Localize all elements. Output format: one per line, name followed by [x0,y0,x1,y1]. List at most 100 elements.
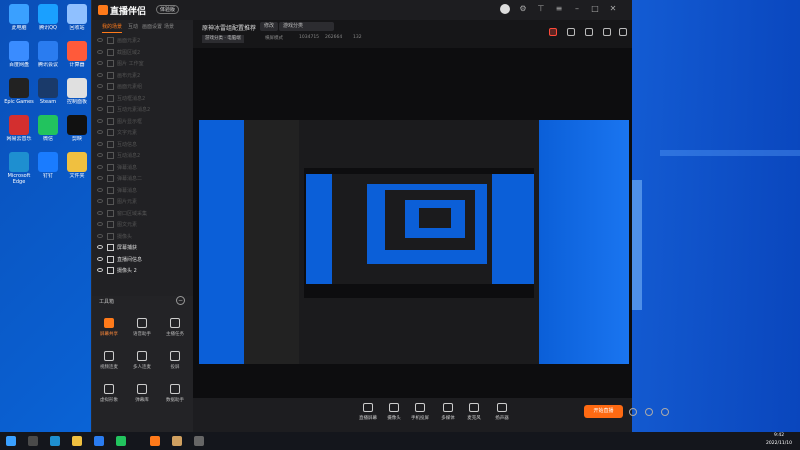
start-icon[interactable] [6,436,16,446]
maximize-icon[interactable]: □ [590,4,600,14]
wechat-taskbar-icon[interactable] [116,436,126,446]
gift-icon[interactable] [549,28,557,36]
camera-icon[interactable] [645,408,653,416]
clock-date[interactable]: 2022/11/10 [766,441,792,446]
visibility-icon[interactable] [97,130,103,134]
visibility-icon[interactable] [97,61,103,65]
visibility-icon[interactable] [97,141,103,146]
desktop-icon[interactable]: 网易云音乐 [4,115,34,149]
visibility-icon[interactable] [97,233,103,238]
explorer-taskbar-icon[interactable] [72,436,82,446]
desktop-icon[interactable]: 回收站 [62,4,92,38]
lock-icon[interactable] [567,28,575,36]
minimize-icon[interactable]: – [572,4,582,14]
store-taskbar-icon[interactable] [94,436,104,446]
livecompanion-taskbar-icon[interactable] [150,436,160,446]
desktop-icon[interactable]: 计算器 [62,41,92,75]
edit-button[interactable]: 修改 [260,22,279,31]
desktop-icon[interactable]: 剪映 [62,115,92,149]
desktop-icon[interactable]: Steam [33,78,63,112]
visibility-icon[interactable] [97,49,103,54]
source-icon [107,106,114,113]
desktop-icon[interactable]: 此电脑 [4,4,34,38]
visibility-icon[interactable] [97,153,103,157]
tool-label: 视频连麦 [100,365,118,370]
scene-label: 画布元素2 [117,72,141,79]
bottom-tool-button[interactable]: 多媒体 [435,403,461,421]
visibility-icon[interactable] [97,268,103,272]
scene-label: 文字元素 [117,130,138,136]
visibility-icon[interactable] [97,187,103,192]
desktop-icon[interactable]: Microsoft Edge [4,152,34,186]
desktop-icon[interactable]: 钉钉 [33,152,63,186]
tool-button[interactable]: 数据助手 [158,384,192,412]
visibility-icon[interactable] [97,199,103,203]
live-preview[interactable] [193,48,632,398]
desktop-icon[interactable]: 文件夹 [62,152,92,186]
bottom-tool-label: 摄像头 [387,416,401,421]
edge-taskbar-icon[interactable] [50,436,60,446]
pin-icon[interactable]: ⊤ [536,4,546,14]
record-icon[interactable] [629,408,637,416]
category-selector[interactable]: 游戏分类 [279,22,334,31]
tool-button[interactable]: 语音助手 [125,318,159,346]
bottom-tool-button[interactable]: 手机投屏 [407,403,433,421]
source-icon [107,60,114,67]
app-icon [67,115,87,135]
visibility-icon[interactable] [97,176,103,180]
collapse-icon[interactable]: − [176,296,185,305]
visibility-icon[interactable] [97,210,103,215]
avatar[interactable] [500,4,510,14]
settings-icon[interactable]: ⚙ [518,4,528,14]
bottom-tool-button[interactable]: 直播屏幕 [355,403,381,421]
bottom-tool-button[interactable]: 扬声器 [489,403,515,421]
tool-button[interactable]: 多人连麦 [125,351,159,379]
share-icon[interactable] [619,28,627,36]
app-icon [9,4,29,24]
tab-canvas-settings[interactable]: 画面设置 [142,23,162,30]
visibility-icon[interactable] [97,38,103,42]
visibility-icon[interactable] [97,84,103,88]
visibility-icon[interactable] [97,118,103,123]
tab-my-scenes[interactable]: 我的场景 [102,23,123,33]
app-icon [9,41,29,61]
room-title[interactable]: 原神冰雷组配置推荐 [202,23,256,32]
close-icon[interactable]: ✕ [608,4,618,14]
desktop-icon[interactable]: 控制面板 [62,78,92,112]
start-live-button[interactable]: 开始直播 [584,405,623,418]
desktop-icon[interactable]: 腾讯会议 [33,41,63,75]
tab-scenes[interactable]: 场景 [164,23,174,30]
visibility-icon[interactable] [97,107,103,111]
tool-button[interactable]: 虚拟形象 [92,384,126,412]
desktop-icon[interactable]: Epic Games [4,78,34,112]
lock-icon-2[interactable] [585,28,593,36]
desktop-icon[interactable]: 百度网盘 [4,41,34,75]
clock-time[interactable]: 9:42 [774,433,784,438]
tool-button[interactable]: 主播任务 [158,318,192,346]
desktop-icon[interactable]: 微信 [33,115,63,149]
tab-interaction[interactable]: 互动 [128,23,138,30]
visibility-icon[interactable] [97,245,103,249]
menu-icon[interactable]: ≡ [554,4,564,14]
visibility-icon[interactable] [97,222,103,226]
tool-button[interactable]: 视频连麦 [92,351,126,379]
bottom-tool-button[interactable]: 麦克风 [461,403,487,421]
desktop-icon[interactable]: 腾讯QQ [33,4,63,38]
bell-icon[interactable] [603,28,611,36]
visibility-icon[interactable] [97,95,103,100]
bottom-tool-button[interactable]: 摄像头 [381,403,407,421]
visibility-icon[interactable] [97,164,103,169]
app-taskbar-icon-2[interactable] [194,436,204,446]
visibility-icon[interactable] [97,72,103,77]
tool-button[interactable]: 屏幕共享 [92,318,126,346]
tool-button[interactable]: 弹幕库 [125,384,159,412]
tool-icon [170,318,180,328]
settings-icon-2[interactable] [661,408,669,416]
scene-label: 图片元素 [117,199,138,205]
search-icon[interactable] [28,436,38,446]
tool-button[interactable]: 投屏 [158,351,192,379]
app-taskbar-icon[interactable] [172,436,182,446]
visibility-icon[interactable] [97,256,103,261]
source-icon [107,83,114,90]
scene-item[interactable]: 摄像头 2 [92,264,193,278]
